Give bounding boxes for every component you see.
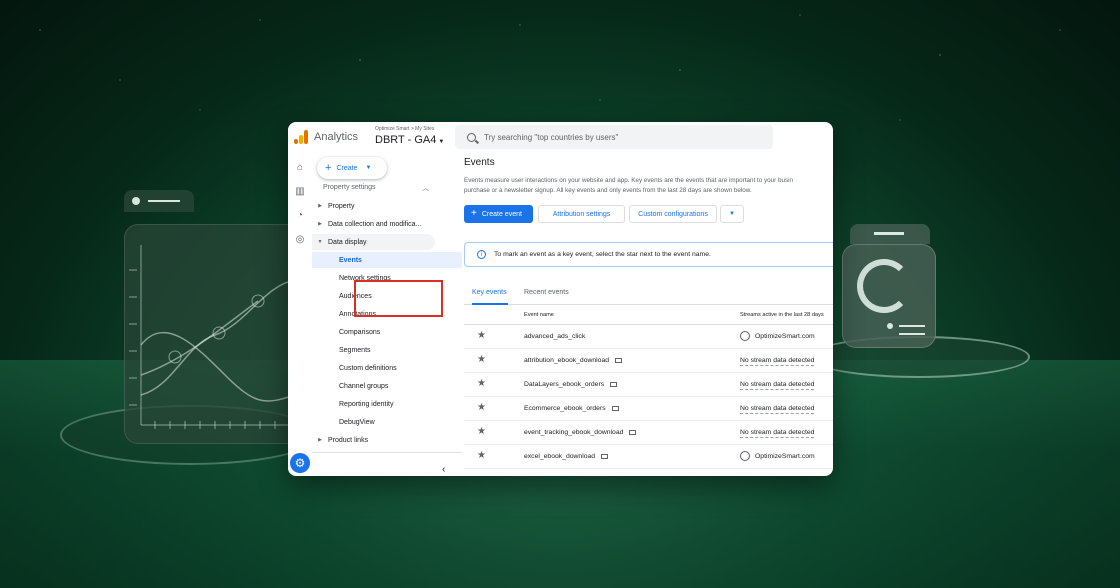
star-icon[interactable]: ★ [477,378,486,389]
stream-status: No stream data detected [740,405,815,414]
decorative-chart-panel [124,224,304,444]
stream-status: OptimizeSmart.com [755,453,815,460]
info-banner: i To mark an event as a key event, selec… [464,242,833,267]
globe-icon [740,331,750,341]
star-icon[interactable]: ★ [477,426,486,437]
table-icon [611,405,619,411]
info-icon: i [477,250,486,259]
top-bar: Analytics Optimize Smart > My Sites DBRT… [288,122,833,152]
table-icon [601,453,609,459]
events-page: Events Events measure user interactions … [463,152,833,476]
tab-recent-events[interactable]: Recent events [524,289,569,296]
table-row[interactable]: ★ DataLayers_ebook_orders No stream data… [464,373,833,397]
page-title: Events [464,157,495,168]
star-icon[interactable]: ★ [477,450,486,461]
page-description: Events measure user interactions on your… [464,177,794,194]
property-selector[interactable]: DBRT - GA4 ▼ [375,134,444,146]
search-bar[interactable]: Try searching "top countries by users" [455,125,773,149]
search-placeholder: Try searching "top countries by users" [484,132,619,142]
table-row[interactable]: ★ attribution_ebook_download No stream d… [464,349,833,373]
sidebar-item-data-display[interactable]: ▼ Data display [312,234,435,250]
event-name: excel_ebook_download [524,453,609,460]
collapse-arrow-icon: ▼ [317,239,323,245]
analytics-window: Analytics Optimize Smart > My Sites DBRT… [288,122,833,476]
plus-icon: + [471,208,477,219]
admin-gear-icon[interactable]: ⚙ [290,453,310,473]
event-name: advanced_ads_click [524,333,586,340]
sidebar-item-custom-definitions[interactable]: Custom definitions [339,360,397,376]
create-button[interactable]: + Create ▼ [317,157,387,179]
attribution-settings-button[interactable]: Attribution settings [538,205,625,223]
expand-arrow-icon: ▶ [318,203,322,209]
donut-ring-icon [857,259,911,313]
sidebar-item-events[interactable]: Events [312,252,462,268]
decorative-donut-device [842,244,936,348]
section-title: Property settings [323,184,376,191]
sidebar-item-reporting-identity[interactable]: Reporting identity [339,396,393,412]
stream-status: OptimizeSmart.com [755,333,815,340]
analytics-logo-icon [294,130,308,144]
events-tabs: Key events Recent events [464,284,833,305]
decorative-device-handle [850,224,930,244]
property-name: DBRT - GA4 [375,134,437,146]
event-name: Ecommerce_ebook_orders [524,405,619,412]
more-options-dropdown[interactable]: ▼ [720,205,744,223]
custom-configurations-button[interactable]: Custom configurations [629,205,717,223]
column-streams[interactable]: Streams active in the last 28 days [740,312,824,318]
table-icon [610,381,618,387]
sidebar-item-comparisons[interactable]: Comparisons [339,324,380,340]
collapse-sidebar-icon[interactable]: ‹ [442,464,445,475]
create-event-button[interactable]: + Create event [464,205,533,223]
column-event-name[interactable]: Event name [524,312,554,318]
sidebar-divider [312,452,462,453]
home-icon[interactable]: ⌂ [294,162,306,174]
stream-status: No stream data detected [740,381,815,390]
chevron-down-icon: ▼ [365,165,372,171]
search-icon [467,132,476,142]
expand-arrow-icon: ▶ [318,437,322,443]
table-row[interactable]: ★ excel_ebook_download OptimizeSmart.com [464,445,833,469]
account-breadcrumb[interactable]: Optimize Smart > My Sites [375,126,434,132]
table-row[interactable]: ★ advanced_ads_click OptimizeSmart.com [464,325,833,349]
plus-icon: + [325,161,332,174]
globe-icon [740,451,750,461]
explore-icon[interactable]: ◔ [294,210,306,222]
highlight-box [354,280,443,317]
sidebar-item-property[interactable]: ▶ Property [312,198,354,214]
table-icon [615,357,623,363]
tab-key-events[interactable]: Key events [472,289,507,296]
event-name: event_tracking_ebook_download [524,429,637,436]
expand-arrow-icon: ▶ [318,221,322,227]
advertising-icon[interactable]: ◎ [294,234,306,246]
sidebar-item-debugview[interactable]: DebugView [339,414,375,430]
app-name: Analytics [314,131,359,143]
event-name: attribution_ebook_download [524,357,623,364]
decorative-tab-left [124,190,194,212]
table-icon [629,429,637,435]
star-icon[interactable]: ★ [477,330,486,341]
star-icon[interactable]: ★ [477,354,486,365]
chevron-up-icon[interactable]: ︿ [422,183,429,193]
reports-icon[interactable]: ▥ [294,186,306,198]
table-header: Event name Streams active in the last 28… [464,305,833,325]
star-icon[interactable]: ★ [477,402,486,413]
stream-status: No stream data detected [740,357,815,366]
decorative-line-chart [129,245,296,429]
sidebar-item-channel-groups[interactable]: Channel groups [339,378,388,394]
table-row[interactable]: ★ event_tracking_ebook_download No strea… [464,421,833,445]
sidebar-item-segments[interactable]: Segments [339,342,371,358]
chevron-down-icon: ▼ [438,139,445,145]
event-name: DataLayers_ebook_orders [524,381,618,388]
sidebar-item-data-collection[interactable]: ▶ Data collection and modifica... [312,216,421,232]
sidebar-item-product-links[interactable]: ▶ Product links [312,432,368,448]
stream-status: No stream data detected [740,429,815,438]
create-label: Create [336,164,358,172]
admin-sidebar: + Create ▼ Property settings ︿ ▶ Property… [312,152,462,476]
table-row[interactable]: ★ Ecommerce_ebook_orders No stream data … [464,397,833,421]
left-rail: ⌂ ▥ ◔ ◎ [288,152,312,476]
